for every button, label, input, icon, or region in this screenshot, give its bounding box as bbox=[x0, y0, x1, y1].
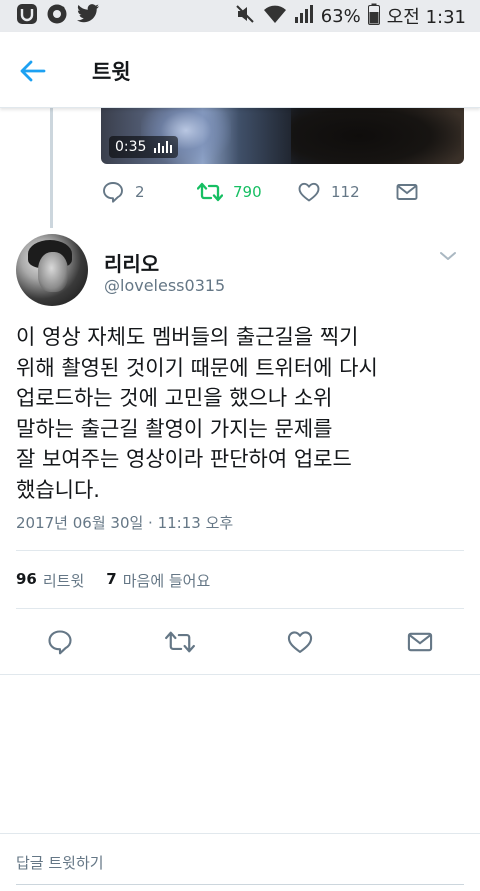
wifi-icon bbox=[263, 4, 287, 28]
likes-count[interactable]: 7 bbox=[106, 570, 116, 591]
clock: 오전 1:31 bbox=[386, 7, 466, 28]
status-bar: 63% 오전 1:31 bbox=[0, 0, 480, 32]
display-name[interactable]: 리리오 bbox=[104, 248, 159, 277]
audio-bars-icon bbox=[154, 141, 173, 153]
back-arrow-icon bbox=[20, 60, 46, 82]
share-dm-button[interactable] bbox=[395, 180, 419, 204]
mute-icon bbox=[234, 3, 256, 29]
reply-button[interactable] bbox=[44, 626, 76, 658]
divider bbox=[16, 608, 464, 609]
envelope-icon bbox=[396, 184, 418, 200]
retweet-button[interactable] bbox=[164, 626, 196, 658]
divider bbox=[16, 550, 464, 551]
page-title: 트윗 bbox=[92, 60, 131, 84]
heart-icon bbox=[287, 631, 313, 653]
retweet-button[interactable]: 790 bbox=[197, 180, 262, 204]
chevron-down-icon[interactable] bbox=[438, 246, 458, 266]
retweets-label[interactable]: 리트윗 bbox=[43, 570, 84, 591]
tweet-timestamp: 2017년 06월 30일 · 11:13 오후 bbox=[16, 514, 234, 532]
reply-icon bbox=[48, 630, 72, 655]
tweet-actions bbox=[0, 626, 480, 658]
reply-count: 2 bbox=[135, 183, 145, 201]
reply-button[interactable]: 2 bbox=[101, 180, 145, 204]
like-button[interactable] bbox=[284, 626, 316, 658]
reply-input[interactable]: 답글 트윗하기 bbox=[16, 852, 104, 873]
video-duration-badge: 0:35 bbox=[109, 136, 179, 158]
retweet-count: 790 bbox=[233, 183, 262, 201]
like-button[interactable]: 112 bbox=[297, 180, 360, 204]
likes-label[interactable]: 마음에 들어요 bbox=[123, 570, 211, 591]
envelope-icon bbox=[407, 632, 433, 652]
previous-tweet-actions: 2 790 112 bbox=[101, 180, 441, 206]
battery-percent: 63% bbox=[320, 5, 361, 27]
signal-icon bbox=[294, 4, 314, 28]
tweet-author: 리리오 @loveless0315 bbox=[16, 234, 466, 306]
retweet-icon bbox=[197, 182, 223, 202]
tweet-text: 이 영상 자체도 멤버들의 출근길을 찍기 위해 촬영된 것이기 때문에 트위터… bbox=[16, 325, 378, 502]
share-dm-button[interactable] bbox=[404, 626, 436, 658]
tweet-stats: 96 리트윗 7 마음에 들어요 bbox=[16, 570, 210, 591]
thread-connector bbox=[50, 108, 53, 228]
video-duration: 0:35 bbox=[115, 139, 147, 155]
avatar[interactable] bbox=[16, 234, 88, 306]
reply-composer: 답글 트윗하기 bbox=[0, 833, 480, 891]
user-handle[interactable]: @loveless0315 bbox=[104, 276, 225, 295]
retweet-icon bbox=[165, 631, 195, 653]
app-bar: 트윗 bbox=[0, 32, 480, 108]
app-icon bbox=[16, 3, 38, 29]
twitter-bird-icon bbox=[76, 4, 100, 28]
like-count: 112 bbox=[331, 183, 360, 201]
divider bbox=[0, 674, 480, 675]
battery-icon bbox=[367, 3, 380, 29]
heart-icon bbox=[298, 182, 320, 202]
back-button[interactable] bbox=[16, 54, 50, 88]
camera-icon bbox=[46, 3, 68, 29]
retweets-count[interactable]: 96 bbox=[16, 570, 37, 591]
reply-icon bbox=[103, 182, 123, 203]
video-thumbnail[interactable]: 0:35 bbox=[101, 108, 464, 164]
